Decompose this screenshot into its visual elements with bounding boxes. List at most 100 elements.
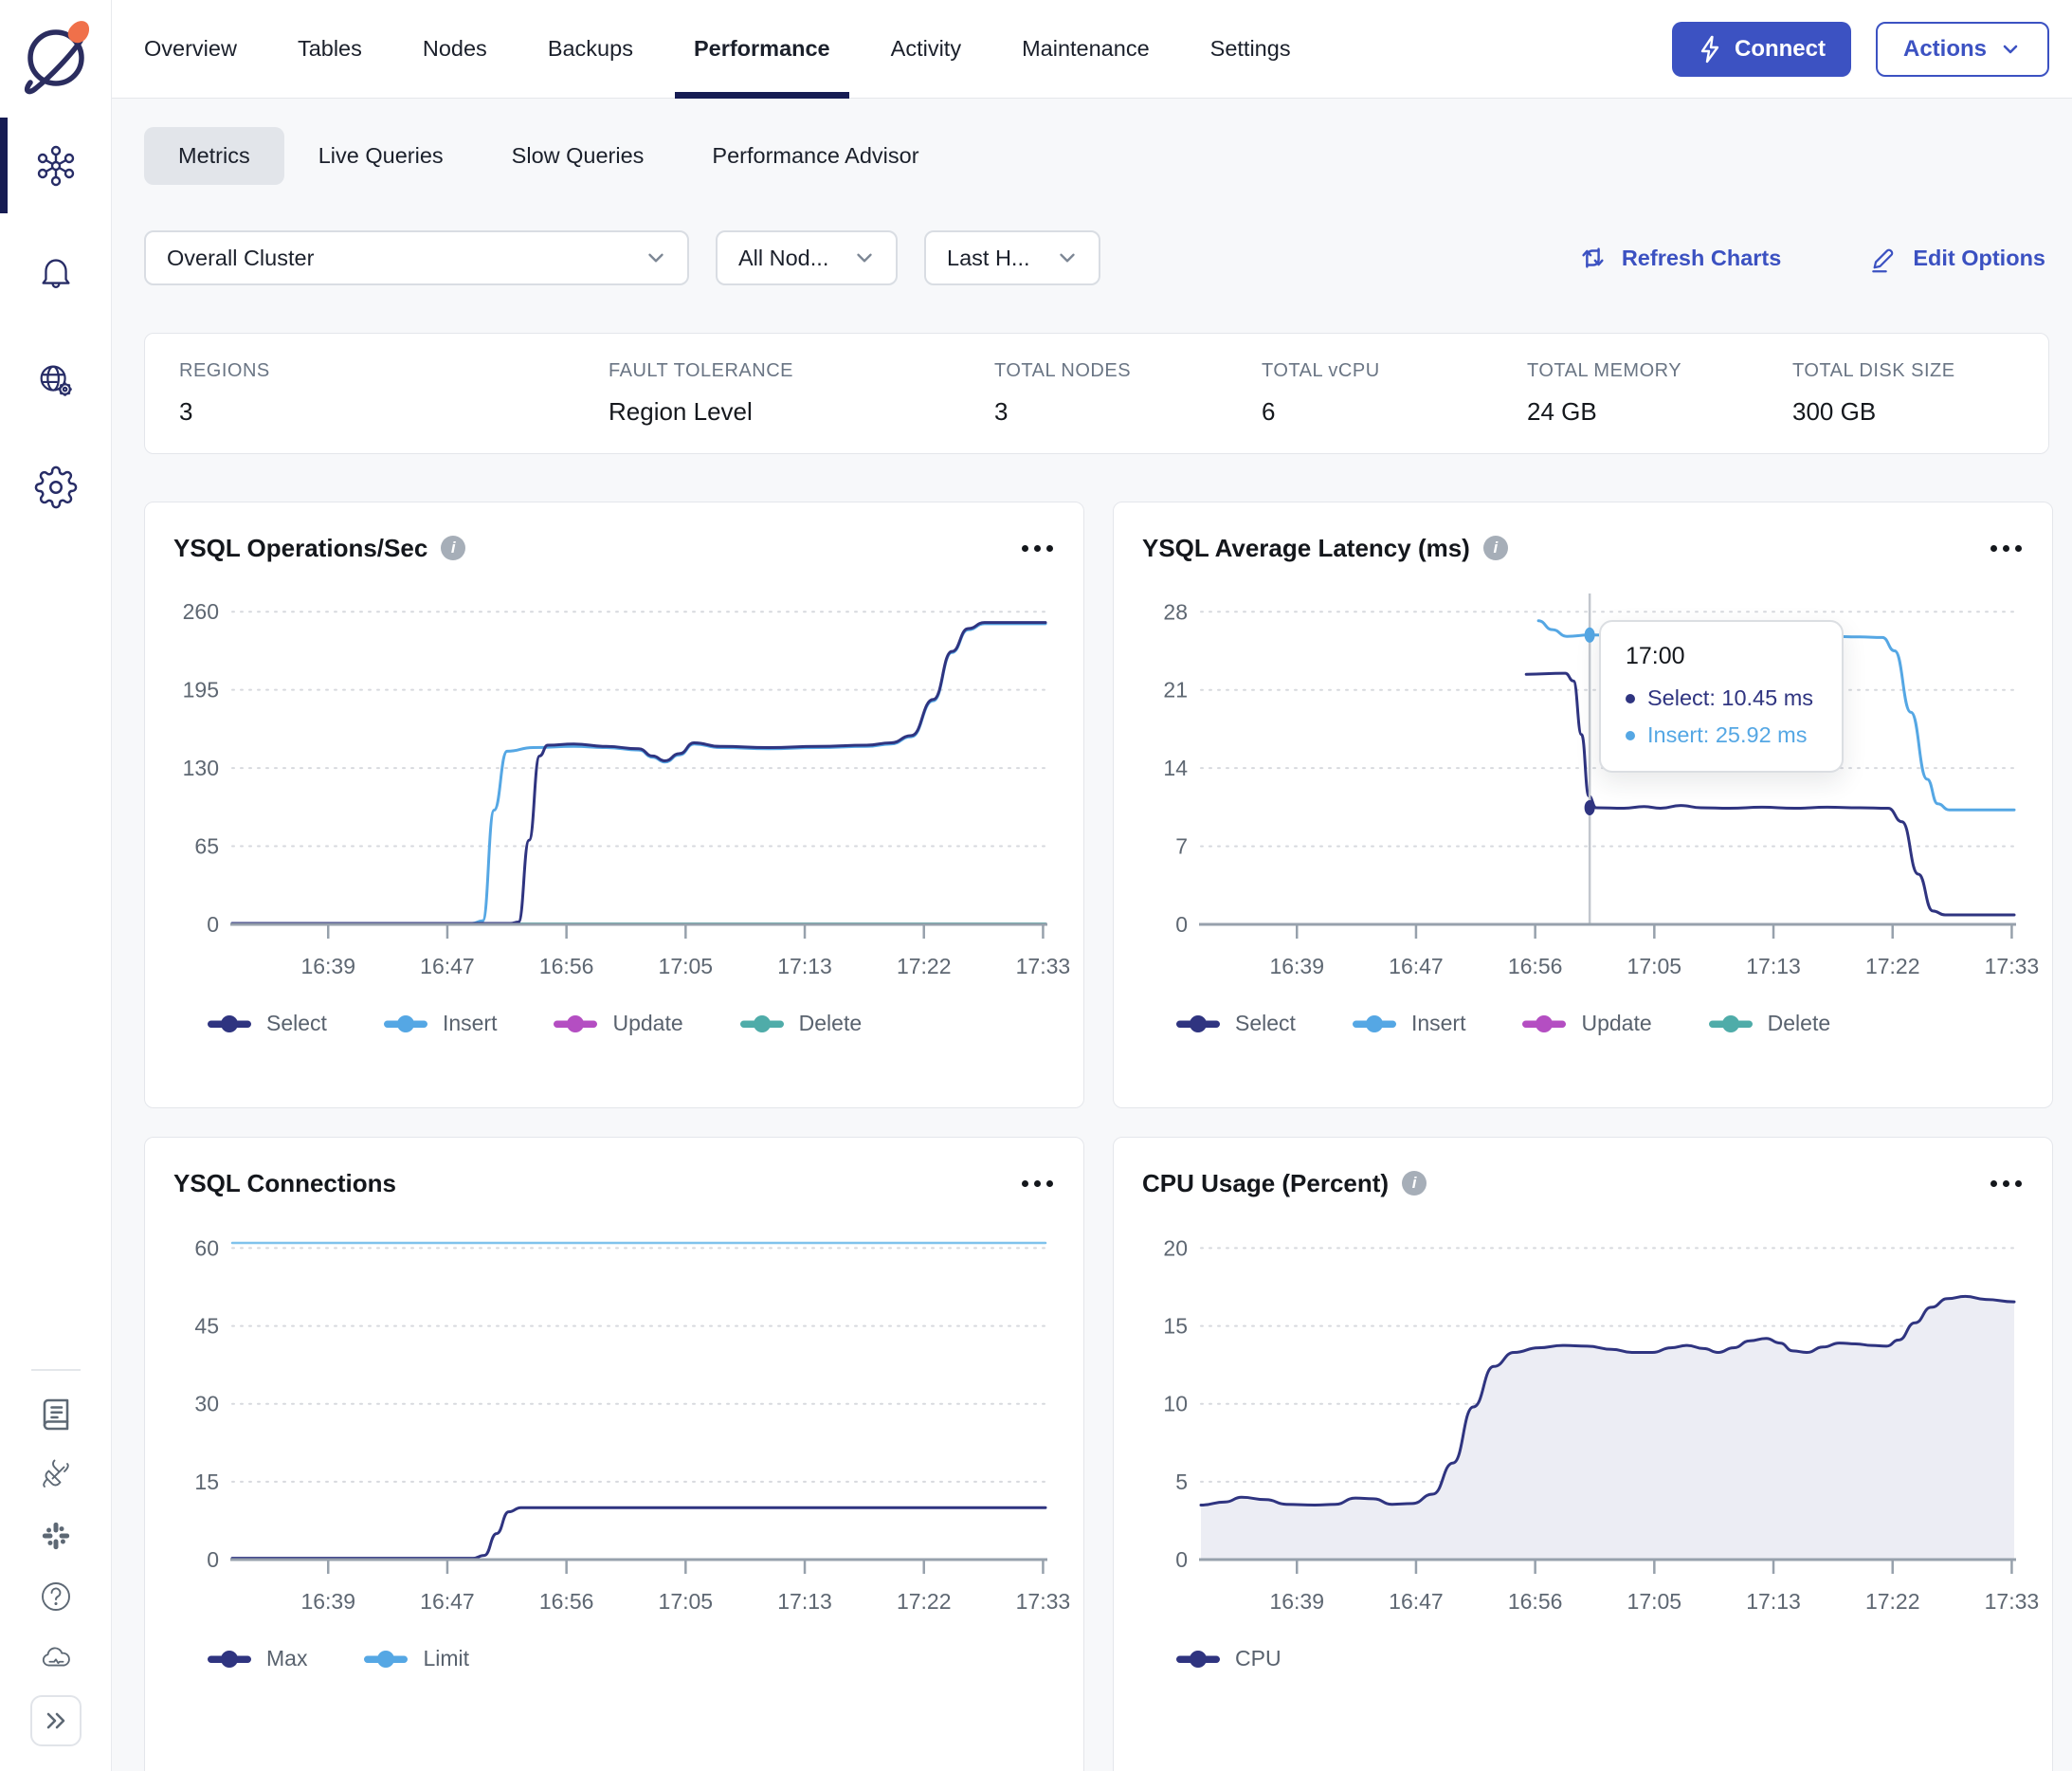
tab-performance[interactable]: Performance	[663, 0, 861, 99]
sidebar-item-alerts[interactable]	[0, 219, 112, 326]
chart-legend: Select Insert Update Delete	[1142, 1011, 2024, 1036]
pencil-icon	[1872, 248, 1894, 273]
tab-tables[interactable]: Tables	[267, 0, 392, 98]
subtab-metrics[interactable]: Metrics	[144, 127, 284, 185]
chart-title: YSQL Connections	[173, 1168, 396, 1197]
legend-item-cpu[interactable]: CPU	[1176, 1646, 1281, 1671]
x-axis-tick-label: 17:13	[777, 1589, 832, 1614]
info-icon[interactable]: i	[441, 536, 466, 560]
stat-label: REGIONS	[179, 360, 270, 381]
chart-legend: Select Insert Update Delete	[173, 1011, 1055, 1036]
subtab-live-queries[interactable]: Live Queries	[284, 127, 478, 185]
legend-item-delete[interactable]: Delete	[1708, 1011, 1830, 1036]
info-icon[interactable]: i	[1482, 536, 1508, 560]
sidebar-item-cloud-status[interactable]	[0, 1627, 112, 1688]
double-chevron-right-icon	[46, 1712, 64, 1729]
x-axis-tick-label: 16:39	[300, 1589, 355, 1614]
y-axis-tick-label: 45	[194, 1314, 219, 1339]
legend-item-limit[interactable]: Limit	[364, 1646, 469, 1671]
legend-item-update[interactable]: Update	[1522, 1011, 1652, 1036]
tab-settings[interactable]: Settings	[1180, 0, 1321, 98]
tab-activity[interactable]: Activity	[861, 0, 991, 98]
x-axis-tick-label: 17:05	[659, 954, 714, 978]
legend-item-delete[interactable]: Delete	[739, 1011, 862, 1036]
legend-marker-icon	[364, 1650, 409, 1668]
chart-legend: CPU	[1142, 1646, 2024, 1671]
x-axis-tick-label: 17:22	[1865, 1589, 1920, 1614]
y-axis-tick-label: 60	[194, 1235, 219, 1260]
chart-plot-ysql-connections: 0 15 30 45 60 16:39 16:47 16:56 17:05 17:13 17:22 1…	[194, 1235, 1070, 1614]
tab-backups[interactable]: Backups	[518, 0, 663, 98]
tab-nodes[interactable]: Nodes	[392, 0, 518, 98]
sidebar-item-clusters[interactable]	[0, 112, 112, 219]
stat-value: 3	[994, 397, 1009, 426]
sidebar-item-network[interactable]	[0, 326, 112, 433]
y-axis-tick-label: 15	[1163, 1314, 1188, 1339]
y-axis-tick-label: 0	[1175, 1547, 1188, 1572]
expand-sidebar-button[interactable]	[29, 1695, 82, 1746]
subtab-performance-advisor[interactable]: Performance Advisor	[678, 127, 953, 185]
stat-value: 6	[1262, 397, 1276, 426]
top-navigation-bar: Overview Tables Nodes Backups Performance Act…	[112, 0, 2072, 99]
sidebar-item-docs[interactable]	[0, 1384, 112, 1445]
legend-item-insert[interactable]: Insert	[383, 1011, 498, 1036]
y-axis-tick-label: 20	[1163, 1235, 1188, 1260]
legend-marker-icon	[208, 1650, 251, 1668]
chart-menu-button[interactable]	[1989, 1175, 2024, 1193]
connect-button[interactable]: Connect	[1671, 21, 1851, 77]
sidebar-item-help[interactable]	[0, 1566, 112, 1627]
book-icon	[39, 1397, 73, 1432]
legend-label: Update	[612, 1011, 683, 1035]
tooltip-time: 17:00	[1626, 643, 1685, 669]
legend-item-insert[interactable]: Insert	[1352, 1011, 1465, 1036]
legend-label: Update	[1581, 1011, 1652, 1035]
tab-overview[interactable]: Overview	[114, 0, 267, 98]
refresh-icon	[1582, 247, 1604, 268]
y-axis-tick-label: 0	[207, 1547, 219, 1572]
stat-total-memory: TOTAL MEMORY 24 GB	[1527, 360, 1792, 427]
x-axis-tick-label: 16:39	[1269, 1589, 1324, 1614]
legend-marker-icon	[739, 1014, 784, 1032]
x-axis-tick-label: 16:47	[420, 954, 475, 978]
chart-menu-button[interactable]	[1989, 539, 2024, 557]
x-axis-tick-label: 17:05	[1627, 1589, 1682, 1614]
legend-item-update[interactable]: Update	[554, 1011, 683, 1036]
yugabyte-logo[interactable]	[0, 0, 112, 112]
refresh-charts-button[interactable]: Refresh Charts	[1577, 243, 1781, 273]
chart-menu-button[interactable]	[1020, 539, 1055, 557]
legend-item-select[interactable]: Select	[1176, 1011, 1296, 1036]
y-axis-tick-label: 30	[194, 1392, 219, 1416]
edit-options-button[interactable]: Edit Options	[1868, 243, 2045, 273]
chart-plot-ysql-average-latency-ms: 0 7 14 21 28 16:39 16:47 16:56 17:05 17:13 17:22 17…	[1163, 593, 2039, 978]
subtab-slow-queries[interactable]: Slow Queries	[478, 127, 679, 185]
y-axis-tick-label: 28	[1163, 599, 1188, 624]
y-axis-tick-label: 260	[183, 599, 219, 624]
legend-label: Select	[1235, 1011, 1296, 1035]
actions-button[interactable]: Actions	[1875, 21, 2049, 77]
chart-card-ysql-average-latency-ms: YSQL Average Latency (ms) i 0 7 14 21 28 16:39…	[1113, 502, 2053, 1108]
sidebar-divider	[30, 1369, 81, 1371]
chart-title: CPU Usage (Percent)	[1142, 1168, 1390, 1197]
chart-menu-button[interactable]	[1020, 1175, 1055, 1193]
tooltip-row-select: Select: 10.45 ms	[1626, 685, 1813, 711]
legend-item-select[interactable]: Select	[208, 1011, 327, 1036]
sidebar-item-settings[interactable]	[0, 433, 112, 540]
sidebar-item-slack[interactable]	[0, 1506, 112, 1566]
stat-value: Region Level	[609, 397, 753, 426]
bell-icon	[34, 251, 78, 295]
legend-label: Insert	[442, 1011, 498, 1035]
legend-item-max[interactable]: Max	[208, 1646, 307, 1671]
x-axis-tick-label: 16:56	[1508, 1589, 1563, 1614]
tab-maintenance[interactable]: Maintenance	[991, 0, 1180, 98]
nodes-dropdown[interactable]: All Nod...	[716, 230, 898, 285]
x-axis-tick-label: 16:47	[1389, 1589, 1444, 1614]
time-range-dropdown[interactable]: Last H...	[924, 230, 1100, 285]
sidebar-item-integrations[interactable]	[0, 1445, 112, 1506]
y-axis-tick-label: 65	[194, 834, 219, 859]
info-icon[interactable]: i	[1402, 1171, 1427, 1196]
legend-marker-icon	[1708, 1014, 1753, 1032]
performance-metrics-page: Metrics Live Queries Slow Queries Performan…	[112, 99, 2072, 1771]
series-area-cpu	[1201, 1296, 2014, 1560]
cluster-scope-dropdown[interactable]: Overall Cluster	[144, 230, 689, 285]
chart-card-cpu-usage-percent: CPU Usage (Percent) i 0 5 10 15 20 16:39 16:47 1…	[1113, 1137, 2053, 1771]
